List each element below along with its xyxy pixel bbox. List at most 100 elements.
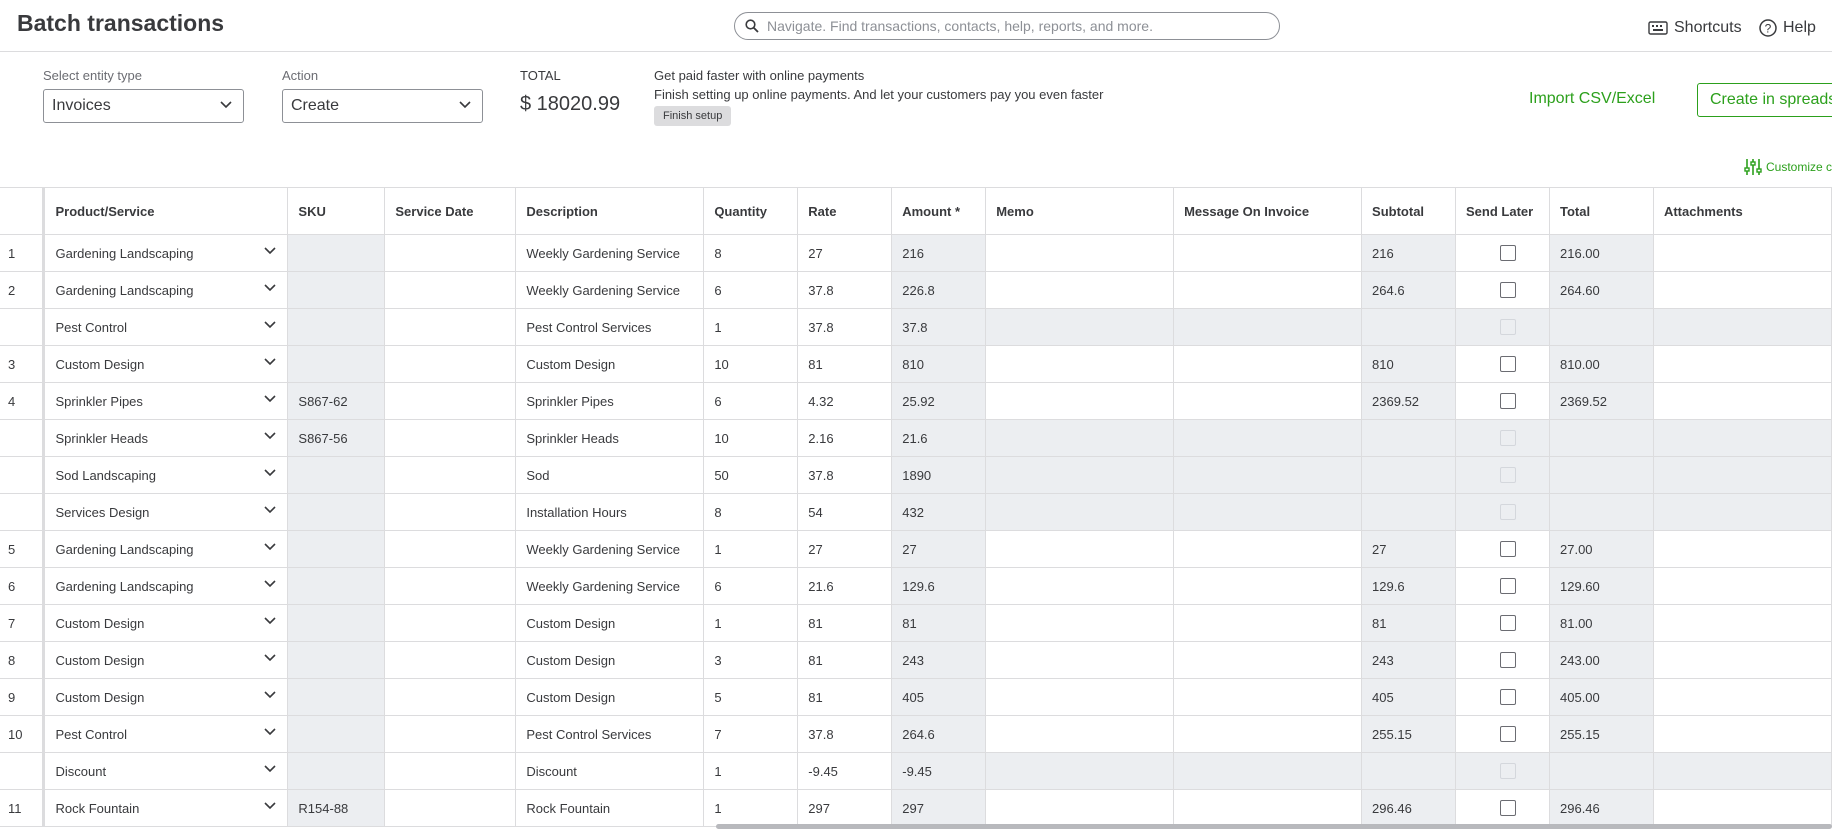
description-cell[interactable]: Weekly Gardening Service xyxy=(515,530,705,568)
quantity-cell[interactable]: 8 xyxy=(703,234,799,272)
service-date-cell[interactable] xyxy=(384,678,517,716)
quantity-cell[interactable]: 50 xyxy=(703,456,799,494)
chevron-down-icon[interactable] xyxy=(263,357,277,367)
product-cell[interactable]: Discount xyxy=(43,752,289,790)
chevron-down-icon[interactable] xyxy=(263,431,277,441)
product-cell[interactable]: Custom Design xyxy=(43,641,289,679)
rate-cell[interactable]: 4.32 xyxy=(797,382,893,420)
chevron-down-icon[interactable] xyxy=(263,616,277,626)
service-date-cell[interactable] xyxy=(384,234,517,272)
service-date-cell[interactable] xyxy=(384,604,517,642)
rate-cell[interactable]: 37.8 xyxy=(797,456,893,494)
memo-cell[interactable] xyxy=(985,530,1175,568)
product-cell[interactable]: Sod Landscaping xyxy=(43,456,289,494)
description-cell[interactable]: Discount xyxy=(515,752,705,790)
send-later-checkbox[interactable] xyxy=(1499,541,1516,557)
send-later-checkbox[interactable] xyxy=(1499,689,1516,705)
description-cell[interactable]: Sprinkler Heads xyxy=(515,419,705,457)
memo-cell[interactable] xyxy=(985,234,1175,272)
rate-cell[interactable]: 81 xyxy=(797,345,893,383)
attachments-cell[interactable] xyxy=(1653,715,1832,753)
attachments-cell[interactable] xyxy=(1653,604,1832,642)
service-date-cell[interactable] xyxy=(384,752,517,790)
service-date-cell[interactable] xyxy=(384,715,517,753)
chevron-down-icon[interactable] xyxy=(263,246,277,256)
rate-cell[interactable]: 37.8 xyxy=(797,308,893,346)
description-cell[interactable]: Custom Design xyxy=(515,604,705,642)
chevron-down-icon[interactable] xyxy=(263,320,277,330)
quantity-cell[interactable]: 1 xyxy=(703,752,799,790)
description-cell[interactable]: Sod xyxy=(515,456,705,494)
product-cell[interactable]: Pest Control xyxy=(43,715,289,753)
col-header-memo[interactable]: Memo xyxy=(985,187,1175,235)
send-later-checkbox[interactable] xyxy=(1499,578,1516,594)
search-input[interactable]: Navigate. Find transactions, contacts, h… xyxy=(734,12,1280,40)
attachments-cell[interactable] xyxy=(1653,567,1832,605)
col-header-send-later[interactable]: Send Later xyxy=(1455,187,1550,235)
chevron-down-icon[interactable] xyxy=(263,542,277,552)
chevron-down-icon[interactable] xyxy=(263,764,277,774)
chevron-down-icon[interactable] xyxy=(263,653,277,663)
send-later-checkbox[interactable] xyxy=(1499,652,1516,668)
description-cell[interactable]: Installation Hours xyxy=(515,493,705,531)
memo-cell[interactable] xyxy=(985,345,1175,383)
memo-cell[interactable] xyxy=(985,715,1175,753)
product-cell[interactable]: Gardening Landscaping xyxy=(43,530,289,568)
rate-cell[interactable]: 27 xyxy=(797,234,893,272)
description-cell[interactable]: Weekly Gardening Service xyxy=(515,567,705,605)
message-cell[interactable] xyxy=(1173,604,1363,642)
service-date-cell[interactable] xyxy=(384,382,517,420)
description-cell[interactable]: Custom Design xyxy=(515,641,705,679)
action-select[interactable]: Create xyxy=(282,89,483,123)
send-later-checkbox[interactable] xyxy=(1499,393,1516,409)
service-date-cell[interactable] xyxy=(384,308,517,346)
chevron-down-icon[interactable] xyxy=(263,283,277,293)
chevron-down-icon[interactable] xyxy=(263,690,277,700)
quantity-cell[interactable]: 1 xyxy=(703,530,799,568)
memo-cell[interactable] xyxy=(985,382,1175,420)
send-later-checkbox[interactable] xyxy=(1499,615,1516,631)
service-date-cell[interactable] xyxy=(384,567,517,605)
customize-columns-button[interactable]: Customize columns xyxy=(1744,158,1832,176)
rate-cell[interactable]: 27 xyxy=(797,530,893,568)
attachments-cell[interactable] xyxy=(1653,345,1832,383)
attachments-cell[interactable] xyxy=(1653,678,1832,716)
product-cell[interactable]: Custom Design xyxy=(43,345,289,383)
col-header-message[interactable]: Message On Invoice xyxy=(1173,187,1363,235)
rate-cell[interactable]: 37.8 xyxy=(797,715,893,753)
quantity-cell[interactable]: 6 xyxy=(703,567,799,605)
col-header-attachments[interactable]: Attachments xyxy=(1653,187,1832,235)
service-date-cell[interactable] xyxy=(384,530,517,568)
attachments-cell[interactable] xyxy=(1653,789,1832,827)
description-cell[interactable]: Sprinkler Pipes xyxy=(515,382,705,420)
rate-cell[interactable]: -9.45 xyxy=(797,752,893,790)
col-header-sku[interactable]: SKU xyxy=(287,187,386,235)
quantity-cell[interactable]: 1 xyxy=(703,604,799,642)
col-header-amount[interactable]: Amount * xyxy=(891,187,987,235)
product-cell[interactable]: Gardening Landscaping xyxy=(43,567,289,605)
service-date-cell[interactable] xyxy=(384,345,517,383)
service-date-cell[interactable] xyxy=(384,419,517,457)
send-later-checkbox[interactable] xyxy=(1499,726,1516,742)
chevron-down-icon[interactable] xyxy=(263,727,277,737)
col-header-subtotal[interactable]: Subtotal xyxy=(1361,187,1457,235)
col-header-quantity[interactable]: Quantity xyxy=(703,187,799,235)
col-header-product[interactable]: Product/Service xyxy=(43,187,289,235)
quantity-cell[interactable]: 1 xyxy=(703,308,799,346)
message-cell[interactable] xyxy=(1173,530,1363,568)
description-cell[interactable]: Pest Control Services xyxy=(515,715,705,753)
col-header-total[interactable]: Total xyxy=(1549,187,1654,235)
col-header-rate[interactable]: Rate xyxy=(797,187,893,235)
entity-type-select[interactable]: Invoices xyxy=(43,89,244,123)
product-cell[interactable]: Sprinkler Pipes xyxy=(43,382,289,420)
product-cell[interactable]: Gardening Landscaping xyxy=(43,271,289,309)
rate-cell[interactable]: 37.8 xyxy=(797,271,893,309)
chevron-down-icon[interactable] xyxy=(263,505,277,515)
description-cell[interactable]: Custom Design xyxy=(515,345,705,383)
chevron-down-icon[interactable] xyxy=(263,468,277,478)
service-date-cell[interactable] xyxy=(384,789,517,827)
service-date-cell[interactable] xyxy=(384,641,517,679)
memo-cell[interactable] xyxy=(985,271,1175,309)
rate-cell[interactable]: 81 xyxy=(797,604,893,642)
quantity-cell[interactable]: 10 xyxy=(703,419,799,457)
